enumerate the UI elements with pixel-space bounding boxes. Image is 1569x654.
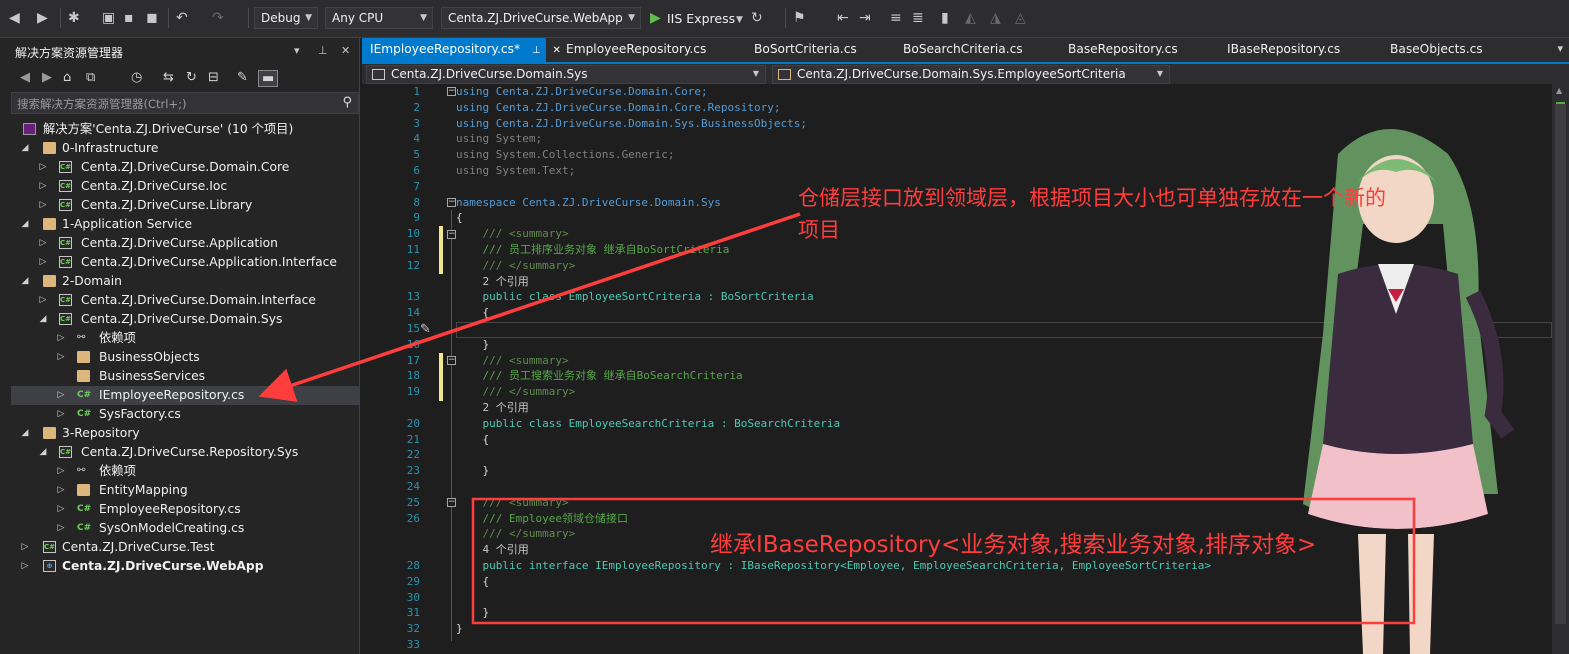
- annotation-arrow: [258, 212, 801, 402]
- annotation-box: [471, 497, 1416, 625]
- annotation-note-line1: 仓储层接口放到领域层，根据项目大小也可单独存放在一个新的: [798, 186, 1386, 210]
- annotation-inherit-note: 继承IBaseRepository<业务对象,搜索业务对象,排序对象>: [710, 532, 1317, 558]
- annotation-note-line2: 项目: [798, 218, 840, 242]
